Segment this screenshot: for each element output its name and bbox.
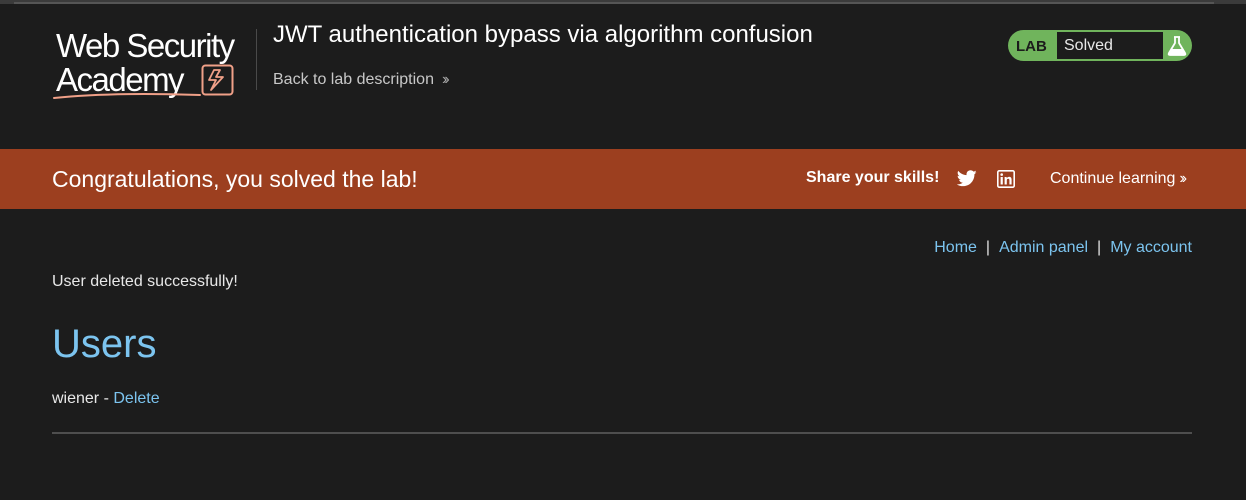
user-list-item: wiener - Delete [52, 390, 160, 408]
lab-header: Web Security Academy JWT authentication … [0, 4, 1246, 149]
lab-status-badge: LAB Solved [1008, 30, 1192, 61]
congratulations-message: Congratulations, you solved the lab! [52, 166, 418, 192]
double-chevron-right-icon: ›› [441, 71, 449, 88]
twitter-icon[interactable] [957, 170, 977, 187]
back-to-lab-description-link[interactable]: Back to lab description ›› [273, 71, 449, 89]
logo-line1: Web Security [56, 27, 235, 64]
content-divider [52, 432, 1192, 434]
nav-admin-panel-link[interactable]: Admin panel [999, 239, 1088, 256]
flask-icon [1167, 36, 1187, 56]
academy-logo[interactable]: Web Security Academy [52, 26, 252, 104]
account-nav: Home | Admin panel | My account [934, 239, 1192, 257]
delete-user-link[interactable]: Delete [113, 390, 159, 407]
nav-home-link[interactable]: Home [934, 239, 977, 256]
page-title: Users [52, 322, 157, 366]
header-divider [256, 29, 257, 90]
lab-title: JWT authentication bypass via algorithm … [273, 21, 813, 48]
user-name: wiener [52, 390, 100, 407]
logo-underline-icon [53, 93, 201, 99]
double-chevron-right-icon: ›› [1179, 170, 1186, 187]
lab-status-label: LAB [1016, 38, 1047, 55]
continue-learning-label: Continue learning [1050, 170, 1176, 187]
nav-separator: | [985, 239, 991, 256]
user-separator: - [103, 390, 109, 407]
status-message: User deleted successfully! [52, 273, 238, 290]
continue-learning-link[interactable]: Continue learning ›› [1050, 170, 1187, 188]
solved-banner: Congratulations, you solved the lab! Sha… [0, 149, 1246, 209]
nav-separator: | [1097, 239, 1102, 256]
back-link-label: Back to lab description [273, 71, 434, 88]
linkedin-icon[interactable] [997, 170, 1015, 188]
share-skills-label: Share your skills! [806, 169, 940, 186]
nav-my-account-link[interactable]: My account [1110, 239, 1192, 256]
logo-bolt-icon [201, 64, 234, 96]
lab-status-value: Solved [1057, 32, 1163, 59]
